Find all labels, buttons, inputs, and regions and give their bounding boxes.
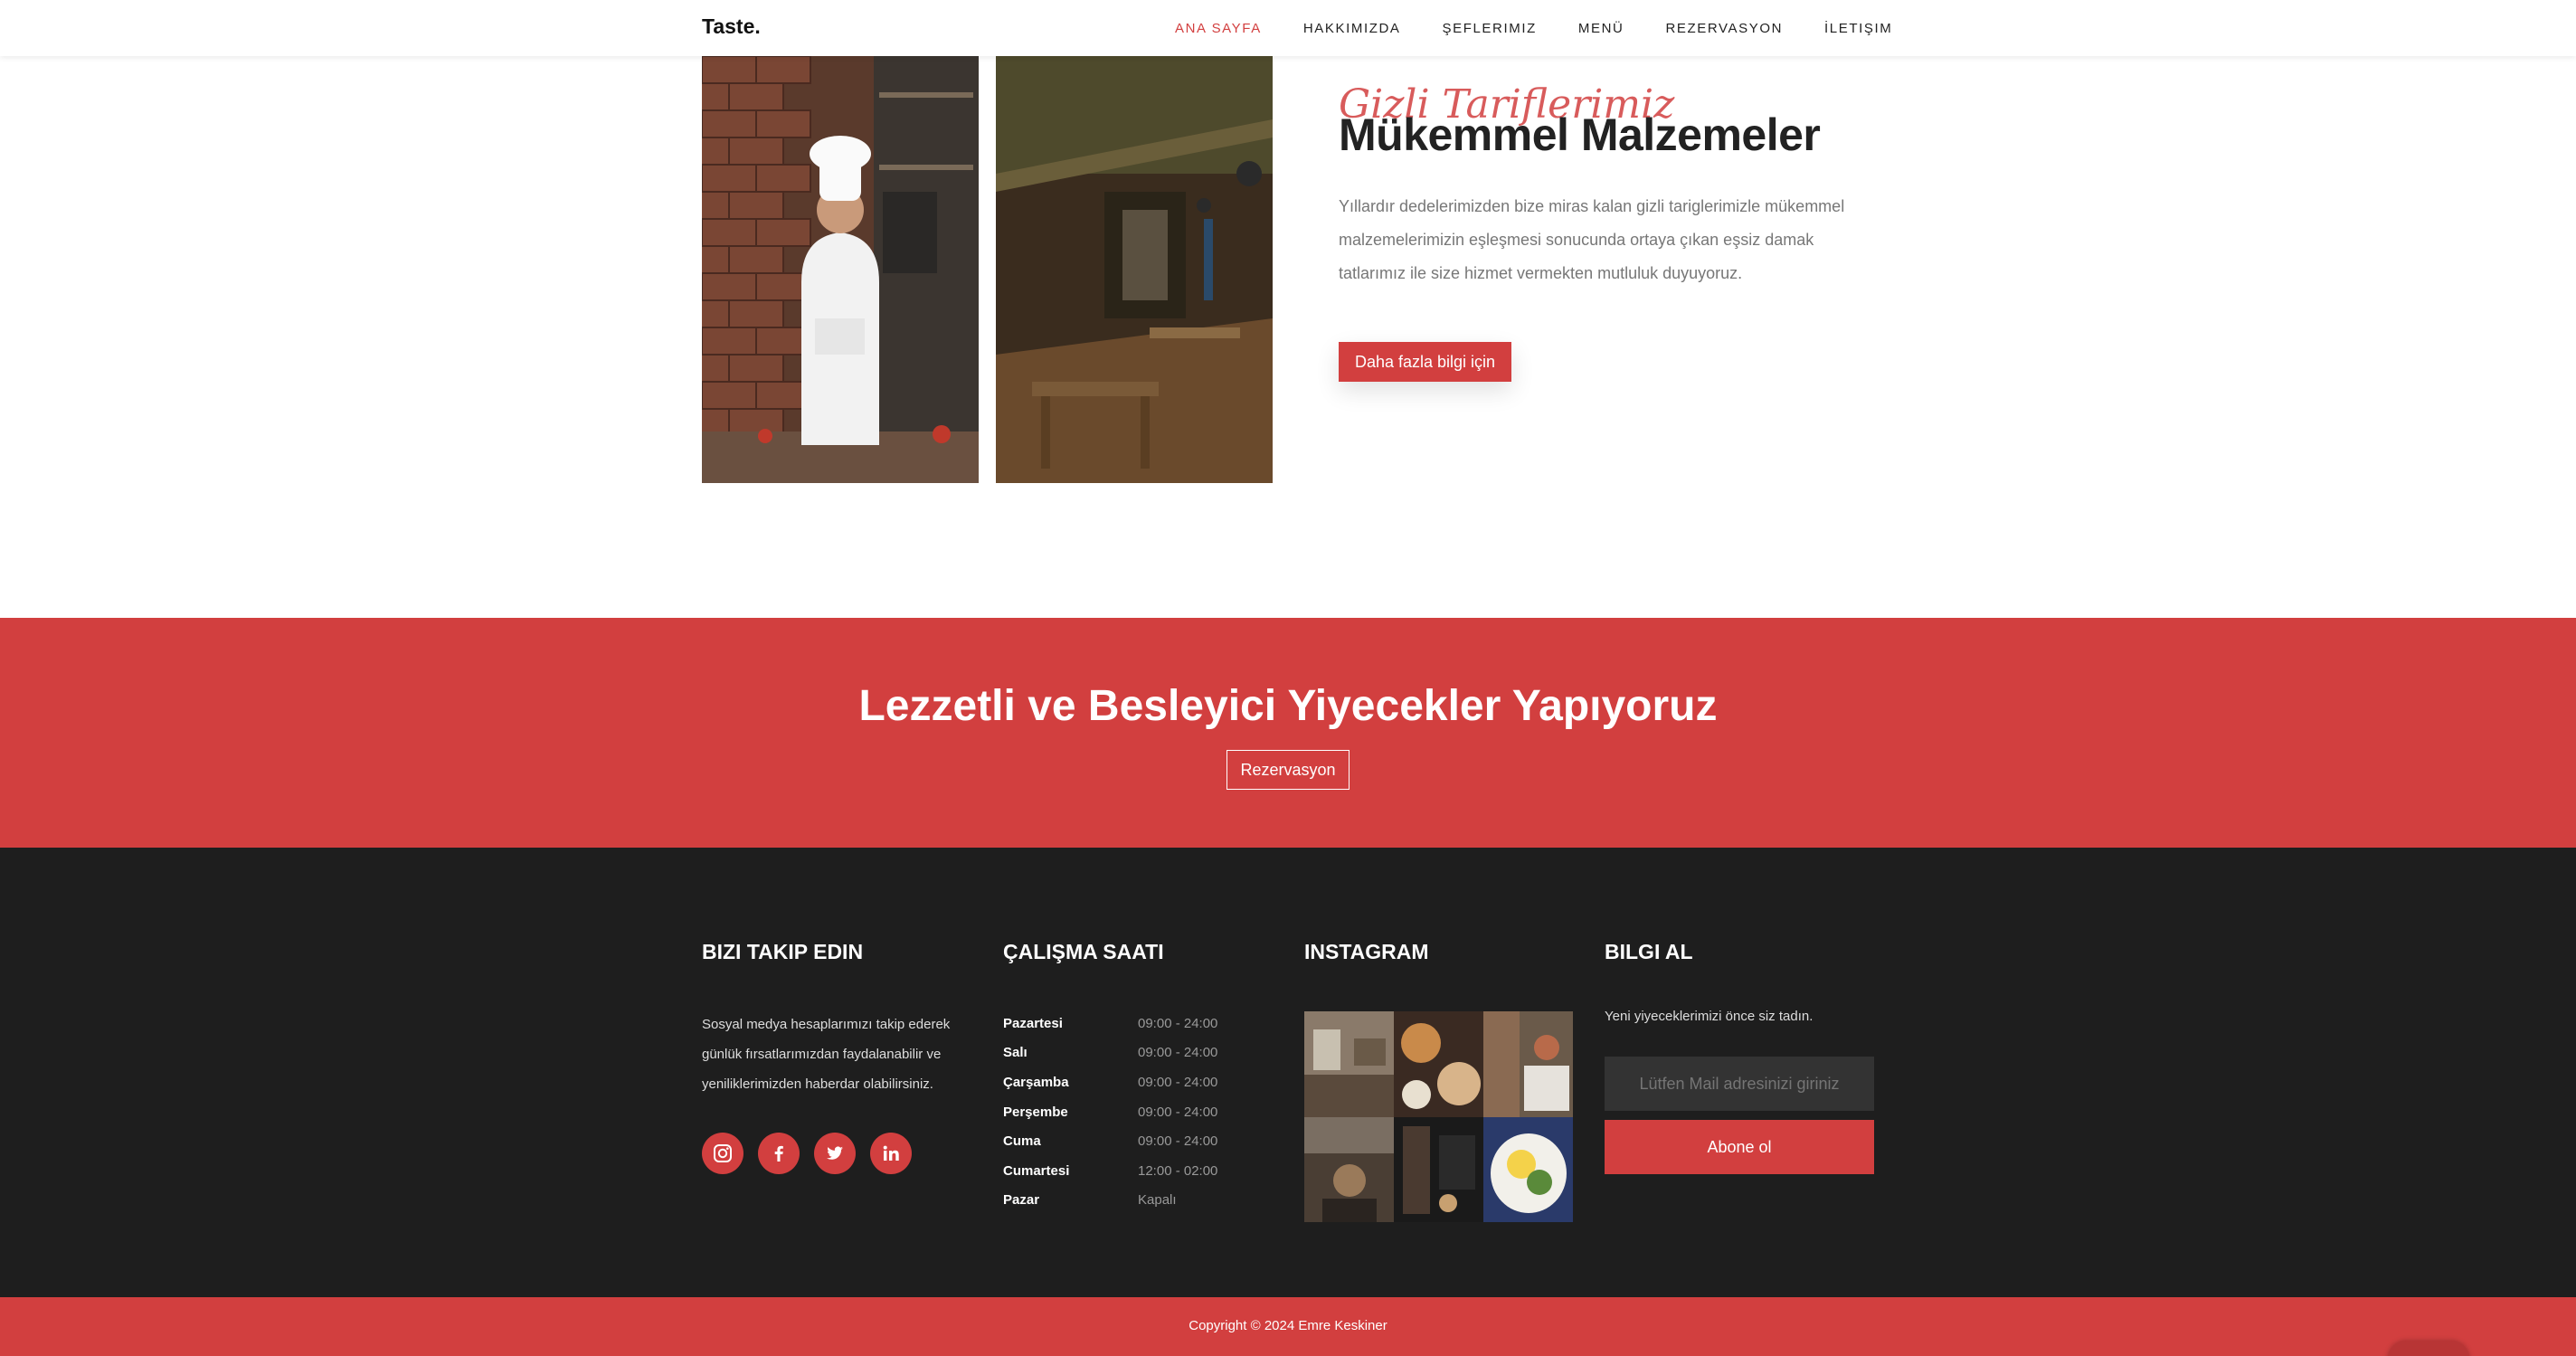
hours-time: 09:00 - 24:00 <box>1138 1104 1218 1120</box>
nav-item-chefs[interactable]: ŞEFLERIMIZ <box>1443 21 1537 36</box>
instagram-photo[interactable] <box>1304 1116 1394 1222</box>
facebook-icon[interactable] <box>758 1133 800 1174</box>
scroll-top-button[interactable] <box>2388 1341 2469 1356</box>
instagram-gallery <box>1304 1011 1573 1222</box>
reservation-button[interactable]: Rezervasyon <box>1226 750 1350 790</box>
hours-title: ÇALIŞMA SAATI <box>1003 940 1164 963</box>
brand-logo[interactable]: Taste. <box>702 14 761 39</box>
instagram-photo[interactable] <box>1394 1116 1483 1222</box>
nav-item-about[interactable]: HAKKIMIZDA <box>1303 21 1401 36</box>
instagram-photo[interactable] <box>1304 1011 1394 1117</box>
hours-time: 09:00 - 24:00 <box>1138 1045 1218 1061</box>
nav-item-menu[interactable]: MENÜ <box>1578 21 1624 36</box>
hours-row: Çarşamba 09:00 - 24:00 <box>1003 1067 1238 1097</box>
nav-item-contact[interactable]: İLETIŞIM <box>1824 21 1892 36</box>
instagram-photo[interactable] <box>1394 1011 1483 1117</box>
instagram-icon[interactable] <box>702 1133 743 1174</box>
chef-image <box>702 56 979 483</box>
instagram-title: INSTAGRAM <box>1304 940 1429 963</box>
hours-day: Cumartesi <box>1003 1162 1070 1179</box>
twitter-icon[interactable] <box>814 1133 856 1174</box>
newsletter-title: BILGI AL <box>1605 940 1693 963</box>
copyright-bar: Copyright © 2024 Emre Keskiner <box>0 1297 2576 1356</box>
nav-item-reservation[interactable]: REZERVASYON <box>1665 21 1783 36</box>
hours-row: Perşembe 09:00 - 24:00 <box>1003 1097 1238 1127</box>
hours-day: Pazar <box>1003 1192 1040 1209</box>
nav-menu: ANA SAYFA HAKKIMIZDA ŞEFLERIMIZ MENÜ REZ… <box>1154 0 1913 56</box>
banner-title: Lezzetli ve Besleyici Yiyecekler Yapıyor… <box>858 682 1718 730</box>
more-info-button[interactable]: Daha fazla bilgi için <box>1339 342 1511 382</box>
nav-item-home[interactable]: ANA SAYFA <box>1175 21 1262 36</box>
restaurant-image <box>996 56 1273 483</box>
social-links <box>702 1133 926 1174</box>
hours-row: Cumartesi 12:00 - 02:00 <box>1003 1156 1238 1186</box>
email-field[interactable] <box>1605 1057 1874 1111</box>
hours-table: Pazartesi 09:00 - 24:00 Salı 09:00 - 24:00… <box>1003 1009 1238 1215</box>
instagram-photo[interactable] <box>1483 1011 1573 1117</box>
cta-banner: Lezzetli ve Besleyici Yiyecekler Yapıyor… <box>0 618 2576 848</box>
follow-text: Sosyal medya hesaplarımızı takip ederek … <box>702 1017 951 1092</box>
hours-day: Çarşamba <box>1003 1074 1069 1090</box>
navbar: Taste. ANA SAYFA HAKKIMIZDA ŞEFLERIMIZ M… <box>0 0 2576 56</box>
hours-row: Pazartesi 09:00 - 24:00 <box>1003 1009 1238 1038</box>
hours-time: 12:00 - 02:00 <box>1138 1162 1218 1179</box>
hours-time: 09:00 - 24:00 <box>1138 1015 1218 1031</box>
footer: BIZI TAKIP EDIN Sosyal medya hesaplarımı… <box>0 848 2576 1297</box>
hours-day: Perşembe <box>1003 1104 1068 1120</box>
section-paragraph: Yıllardır dedelerimizden bize miras kala… <box>1339 197 1845 282</box>
follow-title: BIZI TAKIP EDIN <box>702 940 864 963</box>
hours-day: Cuma <box>1003 1133 1041 1150</box>
section-heading: Mükemmel Malzemeler <box>1339 109 1821 160</box>
newsletter-text: Yeni yiyeceklerimizi önce siz tadın. <box>1605 1009 1814 1024</box>
hours-time: 09:00 - 24:00 <box>1138 1133 1218 1150</box>
instagram-photo[interactable] <box>1483 1116 1573 1222</box>
hours-row: Pazar Kapalı <box>1003 1186 1238 1216</box>
hours-row: Salı 09:00 - 24:00 <box>1003 1038 1238 1068</box>
linkedin-icon[interactable] <box>870 1133 912 1174</box>
hours-day: Salı <box>1003 1045 1028 1061</box>
hours-time: Kapalı <box>1138 1192 1177 1209</box>
hours-day: Pazartesi <box>1003 1015 1063 1031</box>
copyright-text: Copyright © 2024 Emre Keskiner <box>1189 1318 1387 1333</box>
hours-time: 09:00 - 24:00 <box>1138 1074 1218 1090</box>
hours-row: Cuma 09:00 - 24:00 <box>1003 1126 1238 1156</box>
subscribe-button[interactable]: Abone ol <box>1605 1120 1874 1174</box>
